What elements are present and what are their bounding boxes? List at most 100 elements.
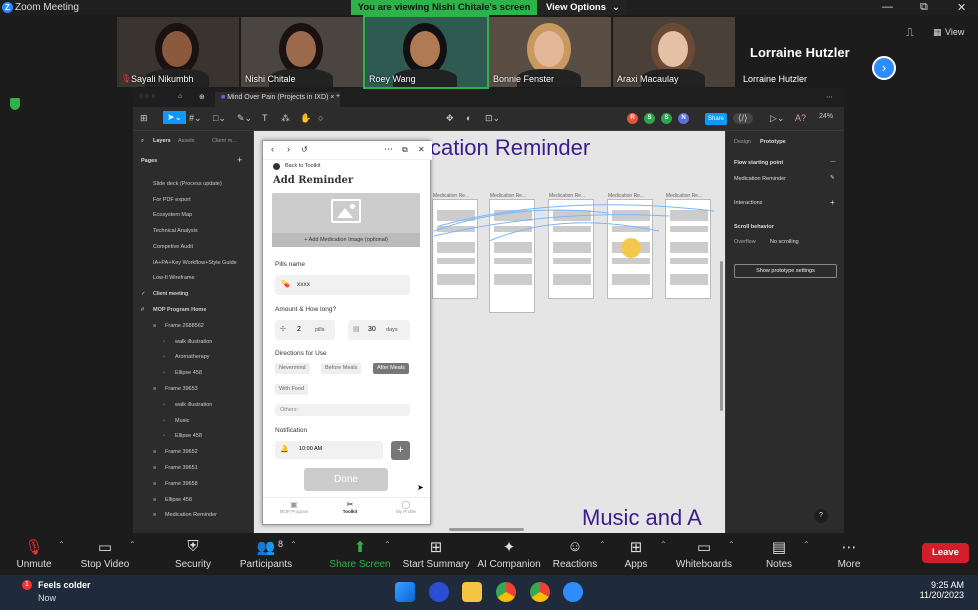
notes-button[interactable]: ▤ Notes ⌃ bbox=[745, 533, 813, 575]
chevron-up-icon[interactable]: ⌃ bbox=[290, 540, 297, 549]
text-tool-icon[interactable]: T bbox=[262, 113, 268, 123]
tab-client[interactable]: Client m... bbox=[212, 138, 237, 144]
page-item[interactable]: Ecosystem Map bbox=[153, 212, 192, 218]
chevron-up-icon[interactable]: ⌃ bbox=[803, 540, 810, 549]
resources-icon[interactable]: ⁂ bbox=[281, 113, 290, 124]
chevron-up-icon[interactable]: ⌃ bbox=[728, 540, 735, 549]
restart-icon[interactable]: ↺ bbox=[301, 145, 308, 154]
dev-mode-icon[interactable]: ⟨/⟩ bbox=[733, 113, 753, 124]
minimize-icon[interactable]: — bbox=[882, 1, 893, 13]
stop-video-button[interactable]: ▭ Stop Video ⌃ bbox=[71, 533, 139, 575]
lock-icon[interactable]: ⎍ bbox=[906, 27, 914, 40]
page-item[interactable]: Slide deck (Process update) bbox=[153, 181, 222, 187]
component-icon[interactable]: ✥ bbox=[446, 113, 454, 124]
start-summary-button[interactable]: ⊞ Start Summary bbox=[402, 533, 470, 575]
globe-icon[interactable]: ⊕ bbox=[199, 93, 205, 101]
weather-widget[interactable]: Feels colder bbox=[38, 580, 91, 590]
chrome-profile-icon[interactable] bbox=[530, 582, 550, 602]
days-input[interactable]: ▤ 30 days bbox=[348, 320, 410, 340]
amount-input[interactable]: ✣ 2 pills bbox=[275, 320, 335, 340]
more-button[interactable]: ⋯ More bbox=[815, 533, 883, 575]
view-options-button[interactable]: View Options ⌄ bbox=[537, 0, 627, 15]
chrome-icon[interactable] bbox=[496, 582, 516, 602]
page-item[interactable]: Technical Analysis bbox=[153, 228, 198, 234]
chevron-up-icon[interactable]: ⌃ bbox=[660, 540, 667, 549]
participant-tile-featured[interactable]: Lorraine Hutzler Lorraine Hutzler bbox=[740, 17, 858, 87]
share-button[interactable]: Share bbox=[705, 113, 727, 125]
reactions-button[interactable]: ☺ Reactions ⌃ bbox=[541, 533, 609, 575]
maximize-icon[interactable]: ⧉ bbox=[920, 1, 928, 14]
direction-chip[interactable]: With Food bbox=[275, 384, 309, 395]
direction-chip[interactable]: Before Meals bbox=[321, 363, 362, 374]
direction-chip[interactable]: After Meals bbox=[373, 363, 409, 374]
add-notification-button[interactable]: + bbox=[391, 441, 410, 460]
direction-chip[interactable]: Nevermind bbox=[275, 363, 310, 374]
canvas-scrollbar[interactable] bbox=[720, 261, 723, 411]
prototype-preview[interactable]: ‹ › ↺ ⋯ ⧉ ✕ Back to Toolkit Add Reminder… bbox=[262, 140, 433, 525]
layer-item[interactable]: Ellipse 458 bbox=[175, 433, 202, 439]
boolean-icon[interactable]: ⊡⌄ bbox=[485, 113, 500, 124]
remove-flow-icon[interactable]: — bbox=[830, 159, 836, 165]
back-to-toolkit-link[interactable]: Back to Toolkit bbox=[285, 163, 320, 169]
layer-item[interactable]: MOP Program Home bbox=[153, 307, 206, 313]
layer-item[interactable]: Frame 39652 bbox=[165, 449, 198, 455]
mask-icon[interactable]: ◐ bbox=[466, 113, 471, 123]
more-options-icon[interactable]: ⋯ bbox=[826, 93, 833, 101]
show-prototype-settings-button[interactable]: Show prototype settings bbox=[734, 264, 837, 278]
flow-item[interactable]: Medication Reminder bbox=[734, 176, 786, 182]
security-button[interactable]: ⛨ Security bbox=[159, 533, 227, 575]
pen-tool-icon[interactable]: ✎⌄ bbox=[237, 113, 252, 124]
layer-item[interactable]: Frame 39653 bbox=[165, 386, 198, 392]
image-upload-area[interactable]: + Add Medication Image (optional) bbox=[272, 193, 420, 247]
buds-app-icon[interactable] bbox=[429, 582, 449, 602]
participant-tile[interactable]: 🎙 Sayali Nikumbh bbox=[117, 17, 239, 87]
collaborator-avatar[interactable]: S bbox=[644, 113, 655, 124]
page-item[interactable]: IA+PA+Key Workflow+Style Guide bbox=[153, 260, 237, 266]
system-clock[interactable]: 9:25 AM 11/20/2023 bbox=[920, 580, 964, 600]
close-icon[interactable]: ✕ bbox=[418, 145, 425, 154]
move-tool-icon[interactable]: ➤⌄ bbox=[163, 111, 187, 124]
canvas-scrollbar-horizontal[interactable] bbox=[449, 528, 524, 531]
zoom-app-icon[interactable] bbox=[563, 582, 583, 602]
layer-item[interactable]: Frame 39651 bbox=[165, 465, 198, 471]
layer-item[interactable]: Aromatherapy bbox=[175, 354, 210, 360]
tab-design[interactable]: Design bbox=[734, 139, 751, 145]
add-page-icon[interactable]: + bbox=[237, 155, 242, 165]
overflow-select[interactable]: No scrolling bbox=[770, 239, 799, 245]
comment-icon[interactable]: ○ bbox=[318, 113, 323, 123]
others-input[interactable]: Others: bbox=[275, 404, 410, 416]
file-explorer-icon[interactable] bbox=[462, 582, 482, 602]
participant-tile[interactable]: Bonnie Fenster bbox=[489, 17, 611, 87]
windows-start-icon[interactable] bbox=[395, 582, 415, 602]
forward-arrow-icon[interactable]: › bbox=[287, 144, 290, 154]
pills-name-input[interactable]: 💊 xxxx bbox=[275, 275, 410, 295]
present-icon[interactable]: ▷⌄ bbox=[770, 113, 784, 124]
nav-item[interactable]: ▣ MOP Program bbox=[267, 500, 321, 524]
notification-time-input[interactable]: 🔔 10:00 AM bbox=[275, 441, 383, 459]
unmute-button[interactable]: 🎙 Unmute ⌃ bbox=[0, 533, 68, 575]
participant-tile[interactable]: Nishi Chitale bbox=[241, 17, 363, 87]
shape-tool-icon[interactable]: □⌄ bbox=[213, 113, 226, 124]
whiteboards-button[interactable]: ▭ Whiteboards ⌃ bbox=[670, 533, 738, 575]
search-icon[interactable]: ⌕ bbox=[141, 138, 144, 145]
close-icon[interactable]: ✕ bbox=[957, 1, 966, 14]
chevron-up-icon[interactable]: ⌃ bbox=[129, 540, 136, 549]
audio-icon[interactable]: A? bbox=[795, 113, 806, 123]
layer-item[interactable]: Music bbox=[175, 418, 189, 424]
ai-companion-button[interactable]: ✦ AI Companion bbox=[475, 533, 543, 575]
apps-button[interactable]: ⊞ Apps ⌃ bbox=[602, 533, 670, 575]
collaborator-avatar[interactable]: S bbox=[661, 113, 672, 124]
nav-item[interactable]: ◯ My Profile bbox=[379, 500, 433, 524]
tab-close-icon[interactable]: × bbox=[330, 94, 334, 101]
figma-file-tab[interactable]: ■ Mind Over Pain (Projects in IXD) × bbox=[215, 92, 341, 107]
back-arrow-icon[interactable]: ‹ bbox=[271, 144, 274, 154]
layer-item[interactable]: Ellipse 458 bbox=[175, 370, 202, 376]
done-button[interactable]: Done bbox=[304, 468, 388, 491]
nav-item[interactable]: ✂ Toolkit bbox=[323, 500, 377, 524]
collaborator-avatar[interactable]: N bbox=[678, 113, 689, 124]
page-item[interactable]: Competive Audit bbox=[153, 244, 193, 250]
page-item[interactable]: Low-fi Wireframe bbox=[153, 275, 195, 281]
page-item[interactable]: For PDF export bbox=[153, 197, 191, 203]
layer-item[interactable]: Medication Reminder bbox=[165, 512, 217, 518]
collaborator-avatar[interactable]: R bbox=[627, 113, 638, 124]
